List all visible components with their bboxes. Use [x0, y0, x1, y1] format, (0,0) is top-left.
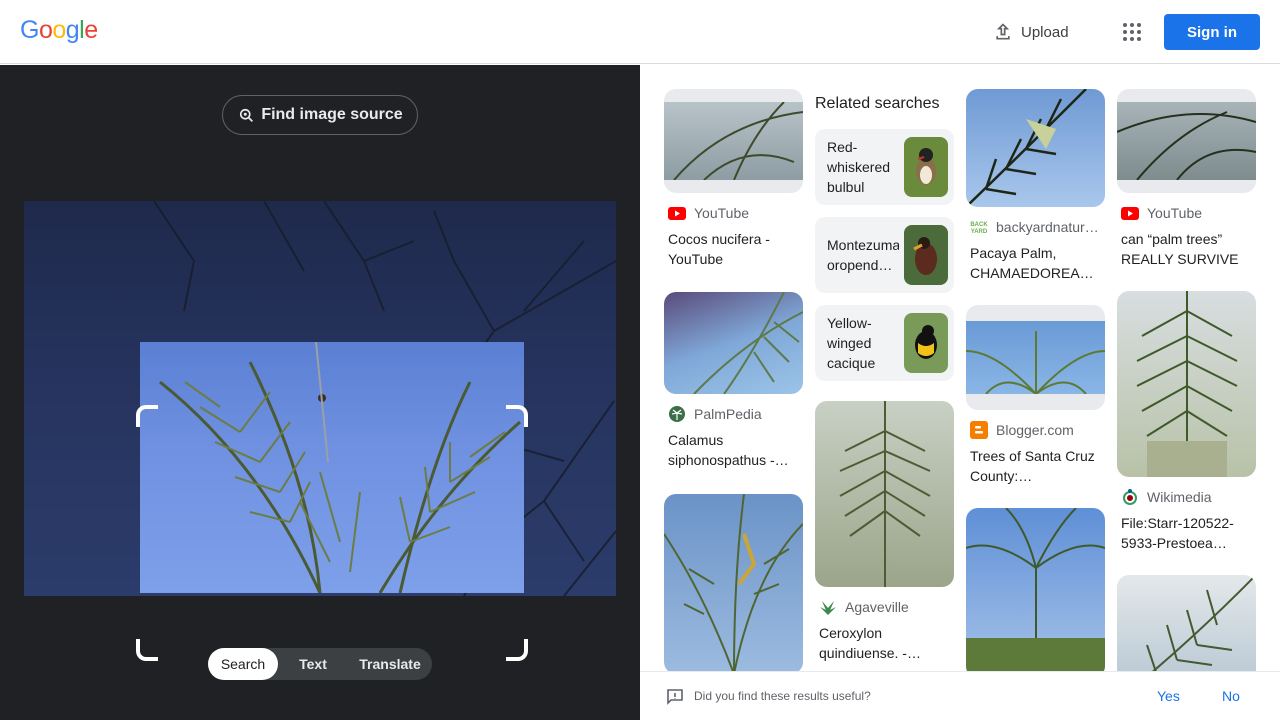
- header: Google Upload Sign in: [0, 0, 1280, 64]
- upload-icon: [996, 23, 1010, 40]
- selection-region[interactable]: [140, 342, 524, 593]
- result-source-name: Wikimedia: [1147, 489, 1212, 505]
- result-card[interactable]: Blogger.com Trees of Santa Cruz County:…: [966, 305, 1105, 486]
- result-card[interactable]: PalmPedia Calamus siphonospathus -…: [664, 292, 803, 470]
- result-card[interactable]: [664, 494, 803, 671]
- result-thumbnail[interactable]: [966, 508, 1105, 671]
- result-thumbnail[interactable]: [664, 494, 803, 671]
- mode-text-tab[interactable]: Text: [278, 648, 348, 680]
- feedback-question: Did you find these results useful?: [694, 689, 871, 703]
- result-title[interactable]: Ceroxylon quindiuense. -…: [815, 623, 954, 663]
- result-source-name: Agaveville: [845, 599, 909, 615]
- bird-thumbnail: [904, 225, 948, 285]
- logo-letter: e: [84, 16, 98, 44]
- palmpedia-icon: [668, 405, 686, 423]
- result-thumbnail[interactable]: [966, 89, 1105, 207]
- svg-text:YARD: YARD: [971, 229, 988, 235]
- bird-thumbnail: [904, 137, 948, 197]
- crop-handle-bottom-right[interactable]: [506, 639, 528, 661]
- lens-search-icon: [240, 108, 254, 122]
- blogger-icon: [970, 421, 988, 439]
- feedback-yes-button[interactable]: Yes: [1157, 688, 1180, 704]
- upload-button[interactable]: Upload: [993, 20, 1069, 44]
- related-search-chip[interactable]: Red-whiskered bulbul: [815, 129, 954, 205]
- result-card[interactable]: Agaveville Ceroxylon quindiuense. -…: [815, 401, 954, 663]
- result-title[interactable]: Trees of Santa Cruz County:…: [966, 446, 1105, 486]
- result-title[interactable]: can “palm trees” REALLY SURVIVE i…: [1117, 229, 1256, 269]
- result-title[interactable]: Cocos nucifera - YouTube: [664, 229, 803, 269]
- svg-text:BACK: BACK: [970, 222, 988, 228]
- wikimedia-icon: [1121, 488, 1139, 506]
- result-source-name: PalmPedia: [694, 406, 762, 422]
- lens-mode-switcher: Search Text Translate: [208, 648, 432, 680]
- result-card[interactable]: YouTube Cocos nucifera - YouTube: [664, 89, 803, 269]
- backyard-icon: BACK YARD: [970, 218, 988, 236]
- bird-thumbnail: [904, 313, 948, 373]
- youtube-icon: [668, 204, 686, 222]
- result-source-name: Blogger.com: [996, 422, 1074, 438]
- result-source: BACK YARD backyardnatur…: [966, 217, 1105, 237]
- result-card[interactable]: BACK YARD backyardnatur… Pacaya Palm, CHA…: [966, 89, 1105, 283]
- results-pane: YouTube Cocos nucifera - YouTube PalmPed…: [640, 65, 1280, 671]
- result-source: Wikimedia: [1117, 487, 1256, 507]
- mode-search-tab[interactable]: Search: [208, 648, 278, 680]
- result-thumbnail[interactable]: [1117, 291, 1256, 477]
- related-searches-heading: Related searches: [815, 95, 940, 112]
- youtube-icon: [1121, 204, 1139, 222]
- result-card[interactable]: YouTube can “palm trees” REALLY SURVIVE …: [1117, 89, 1256, 269]
- lens-pane: Find image source Search Text Translate: [0, 65, 640, 720]
- find-image-source-button[interactable]: Find image source: [222, 95, 418, 135]
- result-source-name: YouTube: [1147, 205, 1203, 221]
- result-card[interactable]: Wikimedia File:Starr-120522-5933-Prestoe…: [1117, 291, 1256, 553]
- crop-handle-top-right[interactable]: [506, 405, 528, 427]
- logo-letter: g: [65, 16, 80, 44]
- result-thumbnail[interactable]: [1117, 575, 1256, 671]
- result-title[interactable]: Calamus siphonospathus -…: [664, 430, 803, 470]
- feedback-bar: Did you find these results useful? Yes N…: [640, 671, 1280, 720]
- result-source: YouTube: [664, 203, 803, 223]
- palm-fronds: [159, 342, 521, 593]
- crop-handle-bottom-left[interactable]: [136, 639, 158, 661]
- logo-letter: G: [20, 16, 39, 44]
- result-thumbnail[interactable]: [966, 305, 1105, 410]
- result-card[interactable]: [966, 508, 1105, 671]
- result-thumbnail[interactable]: [815, 401, 954, 587]
- logo-letter: o: [38, 16, 53, 44]
- related-search-label: Montezuma oropend…: [827, 237, 899, 273]
- feedback-no-button[interactable]: No: [1222, 688, 1240, 704]
- find-image-source-label: Find image source: [261, 106, 403, 123]
- result-title[interactable]: File:Starr-120522-5933-Prestoea…: [1117, 513, 1256, 553]
- related-search-label: Yellow-winged cacique: [827, 315, 876, 371]
- result-thumbnail[interactable]: [1117, 89, 1256, 193]
- result-source: Blogger.com: [966, 420, 1105, 440]
- uploaded-photo[interactable]: [24, 201, 616, 596]
- related-search-chip[interactable]: Montezuma oropend…: [815, 217, 954, 293]
- result-source: YouTube: [1117, 203, 1256, 223]
- result-source: Agaveville: [815, 597, 954, 617]
- upload-label: Upload: [1021, 23, 1069, 41]
- mode-translate-tab[interactable]: Translate: [348, 648, 432, 680]
- result-source-name: YouTube: [694, 205, 750, 221]
- related-search-label: Red-whiskered bulbul: [827, 139, 891, 195]
- result-source-name: backyardnatur…: [996, 219, 1099, 235]
- google-logo[interactable]: Google: [20, 16, 98, 45]
- result-source: PalmPedia: [664, 404, 803, 424]
- logo-letter: o: [52, 16, 66, 44]
- related-search-chip[interactable]: Yellow-winged cacique: [815, 305, 954, 381]
- result-thumbnail[interactable]: [664, 89, 803, 193]
- result-title[interactable]: Pacaya Palm, CHAMAEDOREA…: [966, 243, 1105, 283]
- sign-in-button[interactable]: Sign in: [1164, 14, 1260, 50]
- feedback-icon: [667, 689, 683, 705]
- result-card[interactable]: [1117, 575, 1256, 671]
- crop-handle-top-left[interactable]: [136, 405, 158, 427]
- agaveville-icon: [819, 598, 837, 616]
- result-thumbnail[interactable]: [664, 292, 803, 394]
- apps-grid-icon[interactable]: [1120, 20, 1144, 44]
